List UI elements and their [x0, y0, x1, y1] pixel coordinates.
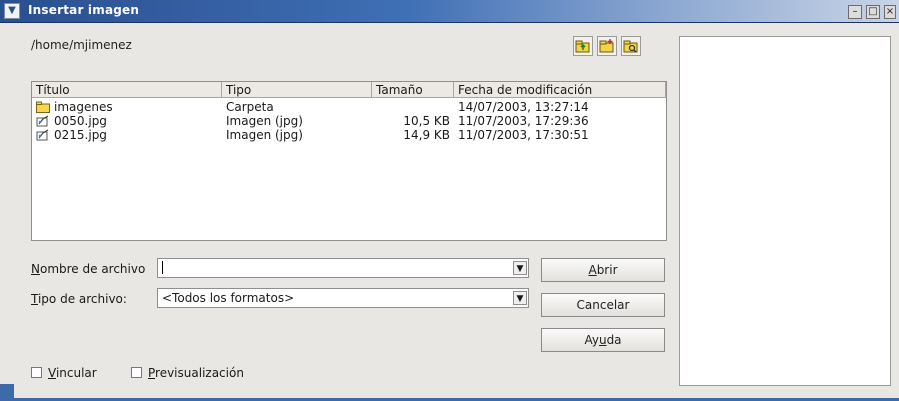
column-header-size[interactable]: Tamaño	[372, 82, 454, 98]
file-date: 11/07/2003, 17:30:51	[458, 128, 589, 142]
preview-checkbox-box[interactable]	[131, 367, 142, 378]
file-list[interactable]: Título Tipo Tamaño Fecha de modificación…	[31, 81, 667, 241]
filename-label: Nombre de archivo	[31, 262, 146, 276]
file-type: Imagen (jpg)	[226, 128, 303, 142]
title-bar: ▼ Insertar imagen – □ ×	[0, 0, 899, 23]
cancel-button[interactable]: Cancelar	[541, 293, 665, 317]
current-path: /home/mjimenez	[31, 38, 132, 52]
file-name: 0050.jpg	[54, 114, 107, 128]
column-header-date[interactable]: Fecha de modificación	[454, 82, 666, 98]
filetype-select[interactable]: <Todos los formatos>	[157, 288, 529, 308]
folder-view-icon[interactable]	[621, 36, 641, 56]
image-file-icon	[36, 129, 50, 144]
file-type: Carpeta	[226, 100, 274, 114]
column-header-type[interactable]: Tipo	[222, 82, 372, 98]
open-button[interactable]: Abrir	[541, 258, 665, 282]
window-title: Insertar imagen	[28, 3, 140, 17]
maximize-icon[interactable]: □	[866, 5, 880, 19]
file-row[interactable]: 0215.jpg Imagen (jpg) 14,9 KB 11/07/2003…	[32, 128, 664, 142]
preview-checkbox[interactable]: Previsualización	[131, 366, 244, 380]
file-type: Imagen (jpg)	[226, 114, 303, 128]
file-row[interactable]: 0050.jpg Imagen (jpg) 10,5 KB 11/07/2003…	[32, 114, 664, 128]
file-size: 14,9 KB	[403, 128, 450, 142]
file-size: 10,5 KB	[403, 114, 450, 128]
filename-dropdown-arrow-icon[interactable]: ▼	[513, 261, 527, 275]
file-name: 0215.jpg	[54, 128, 107, 142]
window-menu-icon[interactable]: ▼	[4, 3, 20, 19]
folder-up-icon[interactable]	[573, 36, 593, 56]
preview-panel	[679, 36, 891, 386]
link-checkbox[interactable]: Vincular	[31, 366, 97, 380]
file-date: 11/07/2003, 17:29:36	[458, 114, 589, 128]
filetype-label: Tipo de archivo:	[31, 292, 127, 306]
new-folder-icon[interactable]	[597, 36, 617, 56]
window-corner	[0, 384, 14, 401]
file-date: 14/07/2003, 13:27:14	[458, 100, 589, 114]
minimize-icon[interactable]: –	[848, 5, 862, 19]
filename-input[interactable]	[157, 258, 529, 278]
column-header-title[interactable]: Título	[32, 82, 222, 98]
close-icon[interactable]: ×	[884, 5, 896, 19]
file-name: imagenes	[54, 100, 113, 114]
filetype-dropdown-arrow-icon[interactable]: ▼	[513, 291, 527, 305]
link-checkbox-box[interactable]	[31, 367, 42, 378]
file-row[interactable]: imagenes Carpeta 14/07/2003, 13:27:14	[32, 100, 664, 114]
help-button[interactable]: Ayuda	[541, 328, 665, 352]
